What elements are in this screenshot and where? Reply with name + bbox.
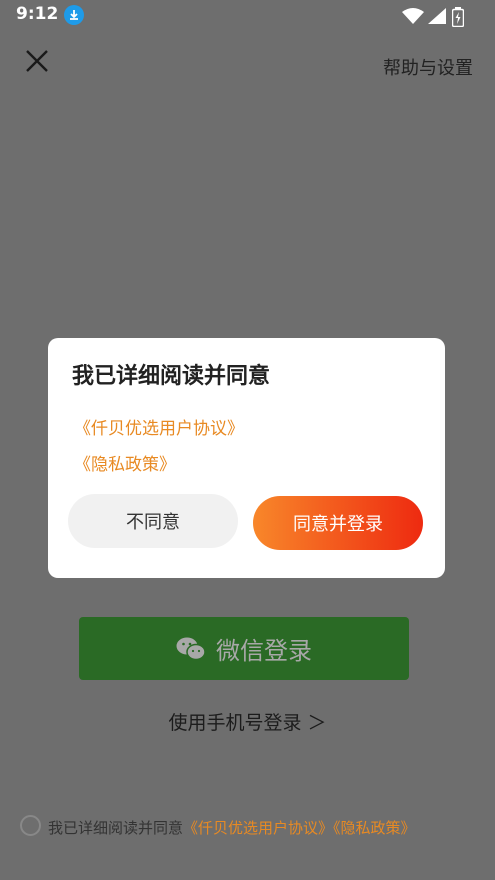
- disagree-button[interactable]: 不同意: [68, 494, 238, 548]
- user-agreement-link[interactable]: 《仟贝优选用户协议》: [74, 414, 244, 439]
- wechat-icon: [176, 637, 206, 660]
- download-icon: [64, 5, 84, 25]
- footer-user-agreement-link[interactable]: 《仟贝优选用户协议》: [183, 819, 333, 837]
- phone-login-link[interactable]: 使用手机号登录 ＞: [0, 708, 495, 735]
- wechat-login-label: 微信登录: [216, 637, 312, 665]
- agreement-dialog: 我已详细阅读并同意 《仟贝优选用户协议》 《隐私政策》 不同意 同意并登录: [48, 338, 445, 578]
- agreement-prefix: 我已详细阅读并同意: [48, 819, 184, 837]
- agreement-text: 我已详细阅读并同意《仟贝优选用户协议》《隐私政策》: [48, 817, 416, 838]
- wechat-login-button[interactable]: 微信登录: [79, 617, 409, 680]
- battery-icon: [452, 7, 464, 27]
- agreement-radio[interactable]: [20, 815, 41, 836]
- dialog-title: 我已详细阅读并同意: [72, 364, 271, 389]
- agree-login-button[interactable]: 同意并登录: [253, 496, 423, 550]
- wifi-icon: [402, 8, 424, 24]
- help-settings-link[interactable]: 帮助与设置: [383, 54, 473, 80]
- privacy-policy-link[interactable]: 《隐私政策》: [74, 450, 176, 475]
- status-bar: 9:12: [0, 0, 495, 32]
- signal-icon: [428, 8, 446, 24]
- close-icon[interactable]: [24, 48, 50, 74]
- status-time: 9:12: [16, 4, 59, 24]
- footer-privacy-policy-link[interactable]: 《隐私政策》: [333, 819, 416, 837]
